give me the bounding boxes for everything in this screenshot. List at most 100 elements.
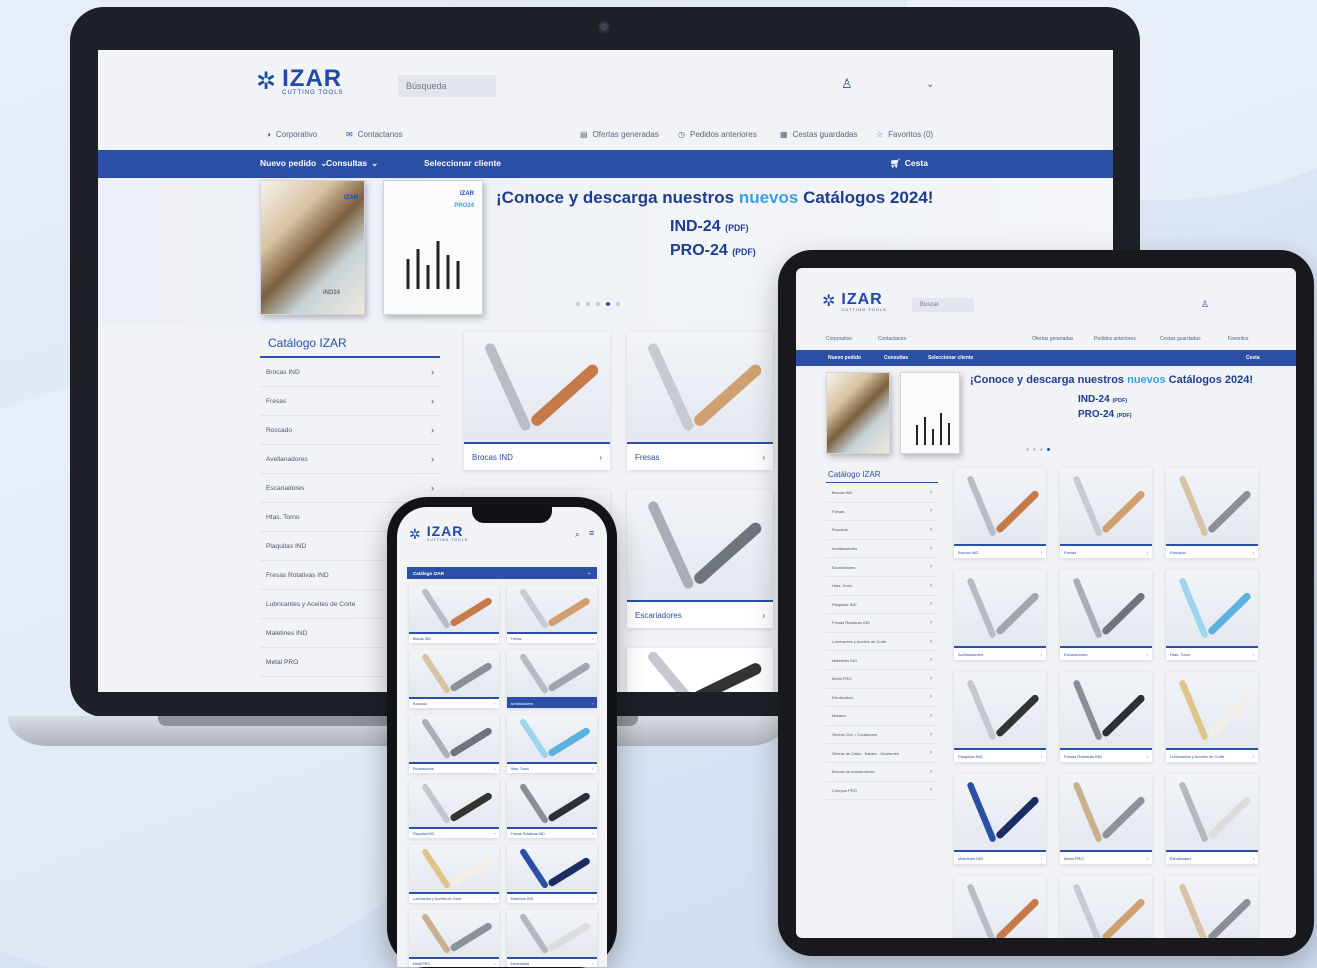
sidebar-item-avellanadores[interactable]: Avellanadores › — [826, 540, 938, 559]
offers-link[interactable]: Ofertas generadas — [1032, 336, 1073, 342]
sidebar-item-fresas[interactable]: Fresas › — [260, 387, 440, 416]
product-card-roscado[interactable]: Roscado › — [409, 650, 499, 708]
product-card-fresas[interactable]: Fresas › — [507, 585, 597, 643]
product-card-brocas-ind[interactable]: Brocas IND › — [954, 468, 1046, 558]
product-card-plaquitas-ind[interactable]: Plaquitas IND › — [409, 780, 499, 838]
sidebar-item-roscado[interactable]: Roscado › — [260, 416, 440, 445]
saved-carts-link[interactable]: Cestas guardadas — [1160, 336, 1201, 342]
sidebar-item-fresas-rotativas-ind[interactable]: Fresas Rotativas IND › — [826, 614, 938, 633]
sidebar-item-cuerpos-pro[interactable]: Cuerpos PRO › — [826, 782, 938, 801]
favorites-link[interactable]: ☆ Favoritos (0) — [876, 130, 933, 139]
sidebar-item-roscado[interactable]: Roscado › — [826, 521, 938, 540]
product-card-maletines-ind[interactable]: Maletines IND › — [954, 774, 1046, 864]
queries-menu[interactable]: Consultas ⌄ — [326, 158, 378, 169]
product-card-plaquitas-ind[interactable]: Plaquitas IND › — [954, 672, 1046, 762]
product-card-escariadores[interactable]: Escariadores › — [409, 715, 499, 773]
chevron-right-icon: › — [592, 831, 594, 836]
product-image — [409, 715, 499, 762]
product-card-metal-pro[interactable]: Metal PRO › — [1060, 774, 1152, 864]
product-card-metal-pro[interactable]: Metal PRO › — [409, 910, 499, 967]
cart-link[interactable]: Cesta — [1246, 355, 1260, 361]
product-card-sierras-de-calar[interactable]: Sierras de Calar› — [1166, 876, 1258, 938]
product-card-avellanadores[interactable]: Avellanadores › — [954, 570, 1046, 660]
product-card-brocas-ind[interactable]: Brocas IND › — [464, 332, 610, 470]
chevron-down-icon[interactable]: ⌄ — [926, 80, 934, 90]
carousel-dots[interactable] — [576, 302, 620, 306]
chevron-right-icon: › — [431, 367, 434, 377]
product-card-fresas-rotativas-ind[interactable]: Fresas Rotativas IND › — [1060, 672, 1152, 762]
select-client-link[interactable]: Seleccionar cliente — [928, 355, 973, 361]
corporativo-link[interactable]: ◑ Corporativo — [266, 130, 317, 139]
sidebar-item-plaquitas-ind[interactable]: Plaquitas IND › — [826, 596, 938, 615]
previous-orders-link[interactable]: ◷ Pedidos anteriores — [678, 130, 757, 139]
pro-24-pdf-link[interactable]: PRO-24 (PDF) — [670, 242, 756, 260]
banner-title: ¡Conoce y descarga nuestros nuevos Catál… — [496, 188, 934, 207]
sidebar-item-htas-torno[interactable]: Htas. Torno › — [826, 577, 938, 596]
search-input[interactable]: Búsqueda — [398, 75, 496, 97]
product-card-partial[interactable] — [627, 648, 773, 692]
product-card-madera[interactable]: Madera› — [954, 876, 1046, 938]
catalog-pro-cover[interactable]: IZAR PRO24 — [383, 180, 483, 315]
carousel-dots[interactable] — [1026, 448, 1050, 451]
pro-24-pdf-link[interactable]: PRO-24 (PDF) — [1078, 409, 1132, 420]
catalog-ind-cover[interactable] — [826, 372, 890, 454]
sidebar-item-brocas-ind[interactable]: Brocas IND › — [826, 484, 938, 503]
sidebar-item-sierras-circ-cortadores[interactable]: Sierras Circ. / Cortadores › — [826, 726, 938, 745]
user-icon[interactable]: ♙ — [841, 77, 853, 90]
product-card-roscado[interactable]: Roscado › — [1166, 468, 1258, 558]
product-card-escariadores[interactable]: Escariadores › — [1060, 570, 1152, 660]
queries-menu[interactable]: Consultas — [884, 355, 908, 361]
sidebar-item-sierras-de-calar-sables-oscilantes[interactable]: Sierras de Calar · Sables · Oscilantes › — [826, 744, 938, 763]
product-card-electricidad[interactable]: Electricidad › — [507, 910, 597, 967]
cart-link[interactable]: 🛒︎ Cesta — [890, 158, 928, 169]
product-card-brocas-ind[interactable]: Brocas IND › — [409, 585, 499, 643]
sidebar-item-metal-pro[interactable]: Metal PRO › — [826, 670, 938, 689]
new-order-menu[interactable]: Nuevo pedido ⌄ — [260, 158, 327, 169]
search-icon[interactable]: ⌕ — [575, 531, 579, 539]
product-card-escariadores[interactable]: Escariadores › — [627, 490, 773, 628]
product-card-fresas[interactable]: Fresas › — [1060, 468, 1152, 558]
product-card-avellanadores[interactable]: Avellanadores › — [507, 650, 597, 708]
new-order-menu[interactable]: Nuevo pedido — [828, 355, 861, 361]
sidebar-item-brocas-de-mamposteria[interactable]: Brocas de mampostería › — [826, 763, 938, 782]
izar-logo[interactable]: ✲ IZAR CUTTING TOOLS — [409, 524, 468, 542]
favorites-link[interactable]: Favoritos — [1228, 336, 1249, 342]
sidebar-item-maletines-ind[interactable]: Maletines IND › — [826, 651, 938, 670]
product-card-fresas[interactable]: Fresas › — [627, 332, 773, 470]
tool-image — [1179, 782, 1251, 842]
izar-logo[interactable]: ✲ IZAR CUTTING TOOLS — [822, 292, 887, 313]
catalog-pro-cover[interactable] — [900, 372, 960, 454]
catalog-bar[interactable]: Catálogo IZAR ⌄ — [407, 567, 597, 579]
ind-24-pdf-link[interactable]: IND-24 (PDF) — [670, 218, 749, 236]
sidebar-item-electricidad[interactable]: Electricidad › — [826, 689, 938, 708]
sidebar-item-brocas-ind[interactable]: Brocas IND › — [260, 358, 440, 387]
sidebar-item-madera[interactable]: Madera › — [826, 707, 938, 726]
corporativo-link[interactable]: Corporativo — [826, 336, 852, 342]
previous-orders-link[interactable]: Pedidos anteriores — [1094, 336, 1136, 342]
izar-logo[interactable]: ✲ IZAR CUTTING TOOLS — [256, 67, 344, 97]
offers-link[interactable]: ▤ Ofertas generadas — [580, 130, 659, 139]
saved-carts-link[interactable]: ▦ Cestas guardadas — [780, 130, 858, 139]
select-client-link[interactable]: Seleccionar cliente — [424, 158, 501, 168]
product-card-maletines-ind[interactable]: Maletines IND › — [507, 845, 597, 903]
utility-bar: Corporativo Contactanos Ofertas generada… — [796, 336, 1296, 348]
product-card-lubricantes-y-aceites-de-corte[interactable]: Lubricantes y Aceites de Corte › — [1166, 672, 1258, 762]
sidebar-item-fresas[interactable]: Fresas › — [826, 503, 938, 522]
product-card-electricidad[interactable]: Electricidad › — [1166, 774, 1258, 864]
sidebar-item-avellanadores[interactable]: Avellanadores › — [260, 445, 440, 474]
user-icon[interactable]: ♙ — [1201, 300, 1209, 309]
hamburger-menu-icon[interactable]: ≡ — [589, 529, 594, 538]
search-input[interactable]: Buscar — [912, 298, 974, 312]
product-card-htas-torno[interactable]: Htas. Torno › — [1166, 570, 1258, 660]
ind-24-pdf-link[interactable]: IND-24 (PDF) — [1078, 394, 1127, 405]
sidebar-item-escariadores[interactable]: Escariadores › — [826, 558, 938, 577]
product-card-fresas-rotativas-ind[interactable]: Fresas Rotativas IND › — [507, 780, 597, 838]
product-card-lubricantes-y-aceites-de-corte[interactable]: Lubricantes y Aceites de Corte › — [409, 845, 499, 903]
product-card-htas-torno[interactable]: Htas. Torno › — [507, 715, 597, 773]
contact-link[interactable]: ✉ Contactanos — [346, 130, 403, 139]
catalog-ind-cover[interactable]: IZAR IND24 — [260, 180, 365, 315]
sidebar-item-lubricantes-y-aceites-de-corte[interactable]: Lubricantes y Aceites de Corte › — [826, 633, 938, 652]
product-card-sierras-circ[interactable]: Sierras Circ.› — [1060, 876, 1152, 938]
sidebar-item-label: Avellanadores — [266, 455, 308, 463]
contact-link[interactable]: Contactanos — [878, 336, 906, 342]
